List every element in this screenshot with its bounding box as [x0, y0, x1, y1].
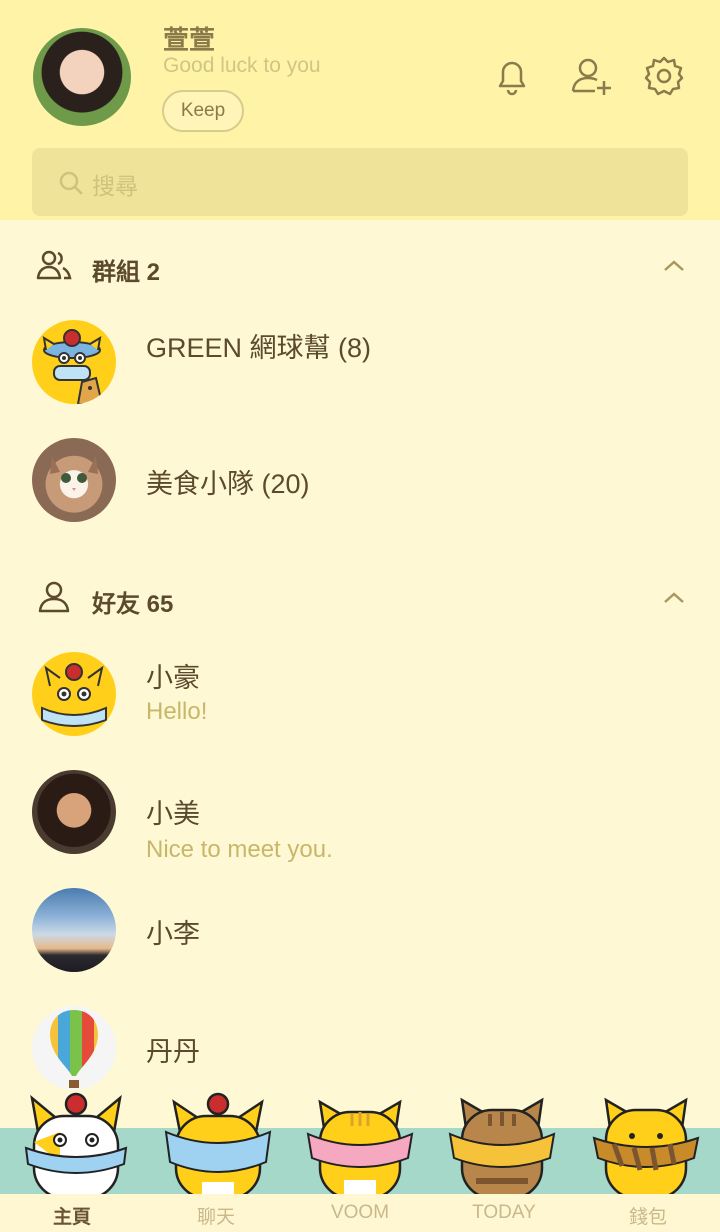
group-icon — [36, 250, 72, 280]
add-friend-icon[interactable] — [569, 54, 613, 98]
bottom-tab-bar: 主頁 聊天 VOOM TODAY 錢包 — [0, 1194, 720, 1232]
profile-avatar[interactable] — [33, 28, 131, 126]
search-icon — [59, 171, 83, 195]
friends-section-title: 好友 65 — [92, 591, 174, 618]
friend-avatar-balloon — [32, 1006, 116, 1090]
profile-status-message[interactable]: Good luck to you — [163, 54, 321, 78]
friend-avatar-photo — [32, 770, 116, 854]
groups-section-header[interactable]: 群組 2 — [0, 236, 720, 296]
profile-name[interactable]: 萱萱 — [163, 20, 215, 57]
group-avatar-cat-mascot — [32, 320, 116, 404]
tab-home[interactable]: 主頁 — [0, 1202, 144, 1229]
friend-name: 小李 — [146, 919, 200, 949]
friends-section-header[interactable]: 好友 65 — [0, 568, 720, 628]
group-name: GREEN 網球幫 (8) — [146, 333, 372, 363]
fluffy-cat-photo — [50, 456, 98, 491]
group-row[interactable]: 美食小隊 (20) — [0, 436, 720, 546]
chevron-up-icon[interactable] — [660, 254, 688, 278]
search-input[interactable]: 搜尋 — [32, 148, 688, 216]
group-avatar-fluffy-cat — [32, 438, 116, 522]
tab-today[interactable]: TODAY — [432, 1202, 576, 1224]
tab-mascot-cat-icon — [306, 1099, 414, 1198]
group-name: 美食小隊 (20) — [146, 469, 310, 499]
friend-name: 丹丹 — [146, 1037, 200, 1067]
search-placeholder: 搜尋 — [92, 173, 138, 199]
tab-chat[interactable]: 聊天 — [144, 1202, 288, 1229]
friend-avatar-sky — [32, 888, 116, 972]
cat-mascot-icon — [41, 663, 107, 727]
tab-mascot-cat-icon — [592, 1097, 700, 1198]
friend-avatar-cat-mascot — [32, 652, 116, 736]
tab-mascot-cat-icon — [24, 1092, 128, 1198]
friend-name: 小美 — [146, 799, 200, 829]
groups-section-title: 群組 2 — [92, 259, 161, 286]
friend-row[interactable]: 小美 Nice to meet you. — [0, 768, 720, 878]
gear-icon[interactable] — [642, 54, 686, 98]
tab-wallet[interactable]: 錢包 — [576, 1202, 720, 1229]
friend-name: 小豪 — [146, 663, 200, 693]
friend-row[interactable]: 小李 — [0, 886, 720, 996]
friend-status-message: Hello! — [146, 698, 208, 725]
cat-mascot-icon — [42, 329, 104, 404]
friend-row[interactable]: 小豪 Hello! — [0, 640, 720, 750]
profile-header: 萱萱 Good luck to you Keep 搜尋 — [0, 0, 720, 220]
chevron-up-icon[interactable] — [660, 586, 688, 610]
keep-button[interactable]: Keep — [162, 90, 244, 132]
tab-mascot-cat-icon — [448, 1097, 556, 1198]
hot-air-balloon-photo — [50, 1010, 98, 1088]
friend-icon — [38, 581, 70, 613]
bell-icon[interactable] — [490, 54, 534, 98]
tab-voom[interactable]: VOOM — [288, 1202, 432, 1224]
group-row[interactable]: GREEN 網球幫 (8) — [0, 300, 720, 410]
tab-mascot-cat-icon — [164, 1092, 272, 1198]
friend-status-message: Nice to meet you. — [146, 836, 333, 863]
